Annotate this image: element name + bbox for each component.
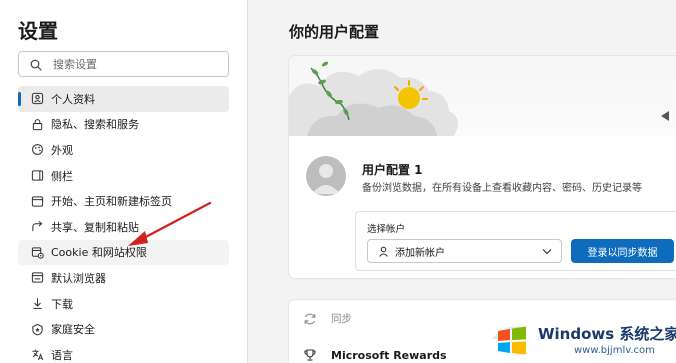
sidebar-item-share-copy-paste[interactable]: 共享、复制和粘贴: [18, 214, 229, 240]
sidebar-item-cookies-permissions[interactable]: Cookie 和网站权限: [18, 239, 229, 266]
sidebar-item-start-home[interactable]: 开始、主页和新建标签页: [18, 188, 229, 214]
download-icon: [30, 297, 44, 311]
account-label: 选择帐户: [367, 224, 406, 235]
cloud-sun-illustration: [289, 61, 669, 136]
profile-name: 用户配置 1: [362, 163, 423, 177]
sidebar-item-label: 共享、复制和粘贴: [51, 220, 139, 234]
sidebar-item-label: 个人资料: [51, 92, 95, 106]
sidebar-item-family-safety[interactable]: 家庭安全: [18, 316, 229, 342]
sidebar-item-privacy[interactable]: 隐私、搜索和服务: [18, 112, 229, 138]
settings-nav: 个人资料 隐私、搜索和服务 外观 侧栏 开始、主页和新建标签页 共享、复制和粘贴…: [18, 86, 229, 363]
home-icon: [30, 194, 44, 208]
rewards-row[interactable]: Microsoft Rewards: [303, 348, 447, 362]
page-title: 你的用户配置: [289, 23, 380, 41]
account-section: 选择帐户 添加新帐户 登录以同步数据: [355, 211, 676, 271]
share-icon: [30, 220, 44, 234]
profile-icon: [30, 92, 44, 106]
sidebar-icon: [30, 169, 44, 183]
search-box[interactable]: [18, 51, 229, 77]
active-indicator: [18, 92, 21, 106]
watermark-url: www.bjjmlv.com: [574, 345, 655, 356]
sidebar-item-profile[interactable]: 个人资料: [18, 86, 229, 112]
sidebar-item-label: 下载: [51, 297, 73, 311]
avatar[interactable]: [306, 156, 346, 196]
sync-label: 同步: [331, 313, 352, 325]
trophy-icon: [304, 349, 316, 361]
appearance-icon: [30, 143, 44, 157]
sidebar-item-label: Cookie 和网站权限: [51, 246, 147, 260]
sidebar-item-label: 默认浏览器: [51, 271, 106, 285]
sidebar-item-languages[interactable]: 语言: [18, 342, 229, 363]
language-icon: [30, 348, 44, 362]
account-dropdown-value: 添加新帐户: [395, 247, 445, 259]
sidebar-item-downloads[interactable]: 下载: [18, 291, 229, 317]
rewards-label: Microsoft Rewards: [331, 348, 447, 362]
chevron-down-icon: [542, 249, 552, 255]
default-avatar-icon: [312, 164, 340, 194]
sidebar-item-label: 开始、主页和新建标签页: [51, 195, 172, 209]
search-input[interactable]: [53, 55, 223, 73]
sidebar-item-appearance[interactable]: 外观: [18, 137, 229, 163]
family-icon: [30, 322, 44, 336]
sign-in-sync-button[interactable]: 登录以同步数据: [571, 239, 674, 263]
sidebar-item-label: 侧栏: [51, 169, 73, 183]
watermark: Windows 系统之家 www.bjjmlv.com: [486, 313, 676, 363]
cookie-icon: [30, 245, 44, 259]
sync-row[interactable]: 同步: [303, 311, 352, 326]
sidebar-title: 设置: [18, 19, 58, 43]
sidebar-item-label: 外观: [51, 143, 73, 157]
lock-icon: [30, 117, 44, 131]
sidebar-item-label: 语言: [51, 348, 73, 362]
browser-icon: [30, 271, 44, 285]
person-icon: [379, 246, 388, 257]
watermark-title: Windows 系统之家: [538, 325, 676, 343]
sidebar-item-sidebar[interactable]: 侧栏: [18, 163, 229, 189]
account-dropdown[interactable]: 添加新帐户: [367, 239, 562, 263]
sidebar-item-label: 隐私、搜索和服务: [51, 118, 139, 132]
windows-logo: [492, 326, 532, 355]
settings-sidebar: 设置 个人资料 隐私、搜索和服务 外观: [0, 0, 248, 363]
profile-card: 用户配置 1 备份浏览数据，在所有设备上查看收藏内容、密码、历史记录等 选择帐户…: [289, 56, 676, 278]
profile-banner: [289, 56, 676, 136]
profile-description: 备份浏览数据，在所有设备上查看收藏内容、密码、历史记录等: [362, 183, 642, 194]
sync-icon: [304, 313, 316, 324]
search-icon: [30, 59, 42, 71]
sidebar-item-default-browser[interactable]: 默认浏览器: [18, 265, 229, 291]
sidebar-item-label: 家庭安全: [51, 323, 95, 337]
